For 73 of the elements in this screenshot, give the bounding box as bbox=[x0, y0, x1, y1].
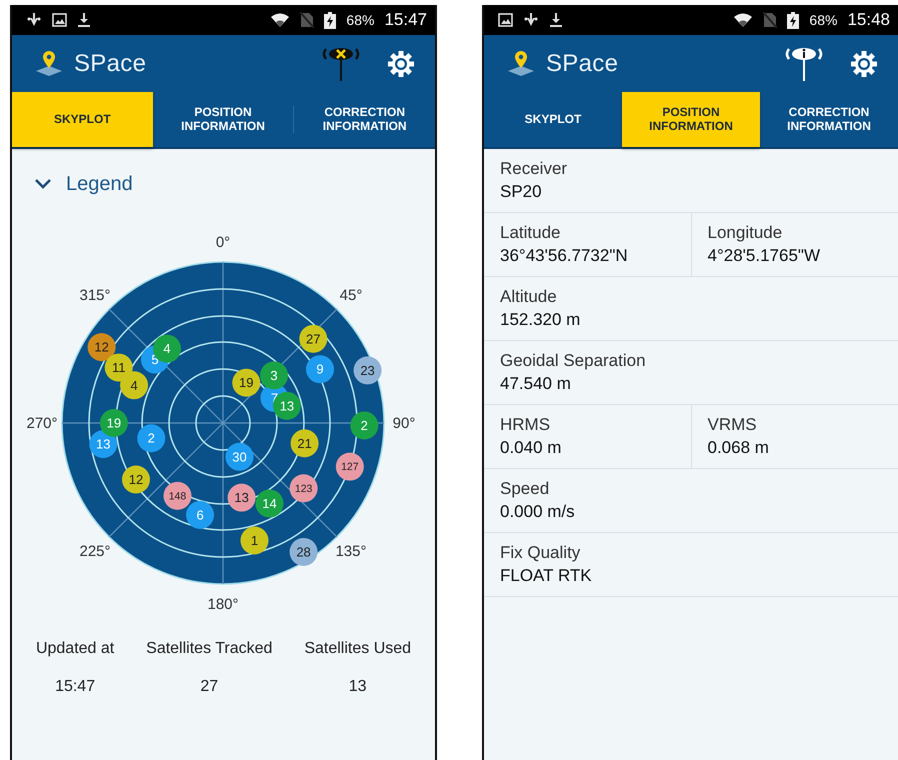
satellite-marker: 4 bbox=[120, 371, 148, 400]
azimuth-label: 0° bbox=[216, 234, 230, 251]
stat-label: Satellites Tracked bbox=[146, 639, 272, 659]
tab[interactable]: POSITION INFORMATION bbox=[622, 92, 760, 147]
battery-percentage: 68% bbox=[346, 10, 374, 30]
satellite-marker: 19 bbox=[100, 409, 128, 437]
field-value: 47.540 m bbox=[500, 372, 572, 394]
app-logo: SPace bbox=[546, 48, 618, 78]
field-value: 0.040 m bbox=[500, 436, 562, 458]
stat-label: Updated at bbox=[36, 639, 114, 659]
satellite-marker: 19 bbox=[232, 368, 260, 397]
satellite-marker: 23 bbox=[354, 356, 382, 384]
tab[interactable]: CORRECTION INFORMATION bbox=[760, 92, 898, 147]
azimuth-label: 90° bbox=[392, 415, 416, 432]
stat-value: 27 bbox=[200, 677, 218, 697]
tab[interactable]: POSITION INFORMATION bbox=[152, 92, 294, 147]
azimuth-label: 180° bbox=[207, 596, 239, 613]
satellite-marker: 27 bbox=[299, 324, 328, 353]
satellite-marker: 14 bbox=[256, 490, 284, 518]
field-value: 36°43'56.7732"N bbox=[500, 244, 629, 266]
map-pin-logo-icon bbox=[34, 48, 64, 78]
field-value: 152.320 m bbox=[500, 308, 582, 330]
satellite-marker: 2 bbox=[350, 411, 378, 440]
satellite-marker: 9 bbox=[306, 355, 334, 384]
chevron-icon bbox=[34, 178, 52, 190]
azimuth-label: 225° bbox=[80, 542, 111, 560]
antenna-info-icon[interactable] bbox=[784, 46, 824, 82]
satellite-marker: 13 bbox=[228, 484, 256, 512]
field-label: Fix Quality bbox=[500, 542, 582, 564]
map-pin-logo-icon bbox=[506, 48, 536, 78]
field-value: 0.000 m/s bbox=[500, 500, 576, 522]
field-label: Longitude bbox=[708, 222, 784, 244]
settings-icon[interactable] bbox=[387, 50, 415, 78]
tab[interactable]: SKYPLOT bbox=[12, 92, 153, 147]
satellite-marker: 148 bbox=[164, 482, 192, 510]
status-time: 15:47 bbox=[384, 9, 427, 32]
field-value: SP20 bbox=[500, 180, 543, 202]
satellite-marker: 6 bbox=[186, 501, 214, 529]
field-value: FLOAT RTK bbox=[500, 564, 593, 586]
satellite-marker: 30 bbox=[225, 442, 254, 471]
field-label: Speed bbox=[500, 478, 550, 500]
field-label: Geoidal Separation bbox=[500, 350, 647, 372]
satellite-marker: 12 bbox=[122, 466, 150, 494]
field-value: 0.068 m bbox=[708, 436, 770, 458]
field-label: VRMS bbox=[708, 414, 758, 436]
app-logo: SPace bbox=[74, 48, 146, 78]
satellite-marker: 123 bbox=[290, 474, 318, 502]
field-label: Latitude bbox=[500, 222, 562, 244]
stat-value: 13 bbox=[348, 677, 367, 697]
antenna-cross-icon[interactable] bbox=[321, 46, 361, 82]
field-label: Altitude bbox=[500, 286, 558, 308]
satellite-marker: 1 bbox=[240, 526, 268, 554]
satellite-marker: 3 bbox=[260, 361, 288, 390]
stat-value: 15:47 bbox=[55, 677, 96, 697]
satellite-marker: 21 bbox=[290, 429, 319, 458]
field-value: 4°28'5.1765"W bbox=[708, 244, 821, 266]
azimuth-label: 270° bbox=[26, 415, 58, 432]
azimuth-label: 45° bbox=[340, 287, 362, 304]
satellite-marker: 127 bbox=[336, 452, 364, 481]
azimuth-label: 135° bbox=[335, 542, 366, 560]
settings-icon[interactable] bbox=[850, 50, 878, 78]
battery-percentage: 68% bbox=[809, 10, 838, 30]
legend-toggle[interactable]: Legend bbox=[12, 149, 435, 199]
satellite-marker: 28 bbox=[290, 538, 318, 566]
satellite-marker: 2 bbox=[137, 424, 166, 452]
field-label: Receiver bbox=[500, 158, 568, 180]
status-time: 15:48 bbox=[847, 9, 890, 32]
tab[interactable]: CORRECTION INFORMATION bbox=[294, 92, 435, 147]
tab[interactable]: SKYPLOT bbox=[484, 92, 622, 147]
stat-label: Satellites Used bbox=[304, 639, 412, 659]
field-label: HRMS bbox=[500, 414, 552, 436]
azimuth-label: 315° bbox=[80, 287, 111, 304]
satellite-marker: 12 bbox=[88, 333, 116, 362]
